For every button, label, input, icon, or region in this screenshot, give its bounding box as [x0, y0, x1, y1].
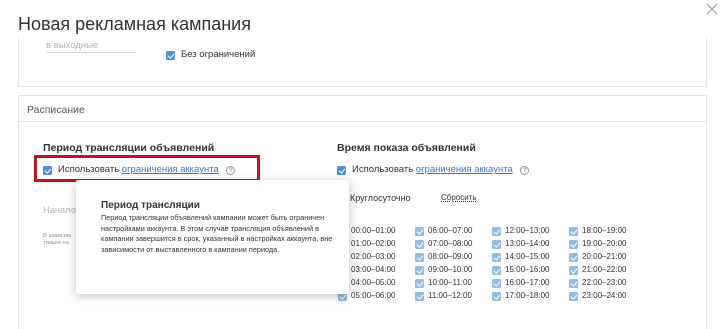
around-clock-label[interactable]: Круглосуточно	[350, 193, 411, 203]
time-slot-checkbox[interactable]	[492, 227, 501, 236]
time-slot-checkbox[interactable]	[569, 227, 578, 236]
period-note-line-1: В зависим	[43, 233, 71, 239]
help-icon[interactable]: ?	[520, 166, 530, 175]
time-title: Время показа объявлений	[337, 142, 476, 154]
time-slot-label: 08:00–09:00	[428, 252, 473, 261]
schedule-header: Расписание	[19, 96, 706, 122]
time-use-account-limits-checkbox[interactable]	[337, 166, 346, 175]
time-slot-label: 14:00–15:00	[505, 252, 550, 261]
no-limit-label: Без ограничений	[181, 49, 256, 60]
period-title: Период трансляции объявлений	[43, 142, 215, 154]
time-slot-checkbox[interactable]	[492, 266, 501, 275]
time-slot-label: 21:00–22:00	[582, 265, 627, 274]
tooltip-body: Период трансляции объявлений кампании мо…	[101, 213, 333, 254]
period-start-heading: Начало	[43, 205, 77, 216]
time-slot-checkbox[interactable]	[415, 266, 424, 275]
time-slot-label: 05:00–06:00	[351, 291, 396, 300]
time-account-limits-link[interactable]: ограничения аккаунта	[416, 164, 513, 175]
time-slot-label: 18:00–19:00	[582, 226, 627, 235]
weekend-settings-card: в выходные Без ограничений	[18, 38, 707, 87]
time-slot-label: 12:00–13:00	[505, 226, 550, 235]
time-slot-checkbox[interactable]	[492, 253, 501, 262]
time-slot-label: 22:00–23:00	[582, 278, 627, 287]
time-slot-label: 10:00–11:00	[428, 278, 472, 287]
weekend-field-underline	[46, 52, 136, 53]
time-use-label: Использовать	[352, 164, 414, 175]
modal-title: Новая рекламная кампания	[18, 14, 251, 34]
time-slot-checkbox[interactable]	[569, 253, 578, 262]
time-slot-checkbox[interactable]	[415, 227, 424, 236]
weekend-label: в выходные	[46, 40, 99, 51]
schedule-title: Расписание	[27, 104, 85, 116]
time-use-account-limits: Использовать ограничения аккаунта ?	[352, 164, 530, 175]
time-slot-label: 07:00–08:00	[428, 239, 473, 248]
time-slot-label: 20:00–21:00	[582, 252, 627, 261]
time-slot-checkbox[interactable]	[415, 253, 424, 262]
tooltip-title: Период трансляции	[101, 200, 200, 211]
time-slot-label: 03:00–04:00	[351, 265, 396, 274]
time-slot-checkbox[interactable]	[569, 266, 578, 275]
time-slot-label: 00:00–01:00	[351, 226, 396, 235]
no-limit-checkbox[interactable]	[166, 51, 175, 60]
time-slot-label: 16:00–17:00	[505, 278, 550, 287]
time-slot-checkbox[interactable]	[415, 240, 424, 249]
time-slot-label: 09:00–10:00	[428, 265, 473, 274]
time-slot-label: 19:00–20:00	[582, 239, 627, 248]
time-slot-label: 17:00–18:00	[505, 291, 550, 300]
time-slot-label: 02:00–03:00	[351, 252, 396, 261]
time-slot-label: 23:00–24:00	[582, 291, 627, 300]
time-slot-label: 04:00–05:00	[351, 278, 396, 287]
close-icon[interactable]	[706, 3, 718, 15]
time-slot-checkbox[interactable]	[569, 279, 578, 288]
time-slot-checkbox[interactable]	[415, 292, 424, 301]
time-slot-label: 15:00–16:00	[505, 265, 550, 274]
tooltip-popover: Период трансляции Период трансляции объя…	[76, 180, 349, 294]
time-slot-checkbox[interactable]	[492, 240, 501, 249]
period-note-line-2: только на	[43, 240, 69, 246]
reset-link[interactable]: Сбросить	[441, 193, 477, 202]
time-slot-checkbox[interactable]	[415, 279, 424, 288]
time-slot-checkbox[interactable]	[492, 279, 501, 288]
time-slot-label: 01:00–02:00	[351, 239, 396, 248]
time-slot-checkbox[interactable]	[569, 240, 578, 249]
time-slot-label: 06:00–07:00	[428, 226, 473, 235]
time-slot-label: 11:00–12:00	[428, 291, 472, 300]
time-slot-label: 13:00–14:00	[505, 239, 550, 248]
time-slot-checkbox[interactable]	[569, 292, 578, 301]
highlight-box	[34, 155, 260, 182]
time-slot-checkbox[interactable]	[492, 292, 501, 301]
